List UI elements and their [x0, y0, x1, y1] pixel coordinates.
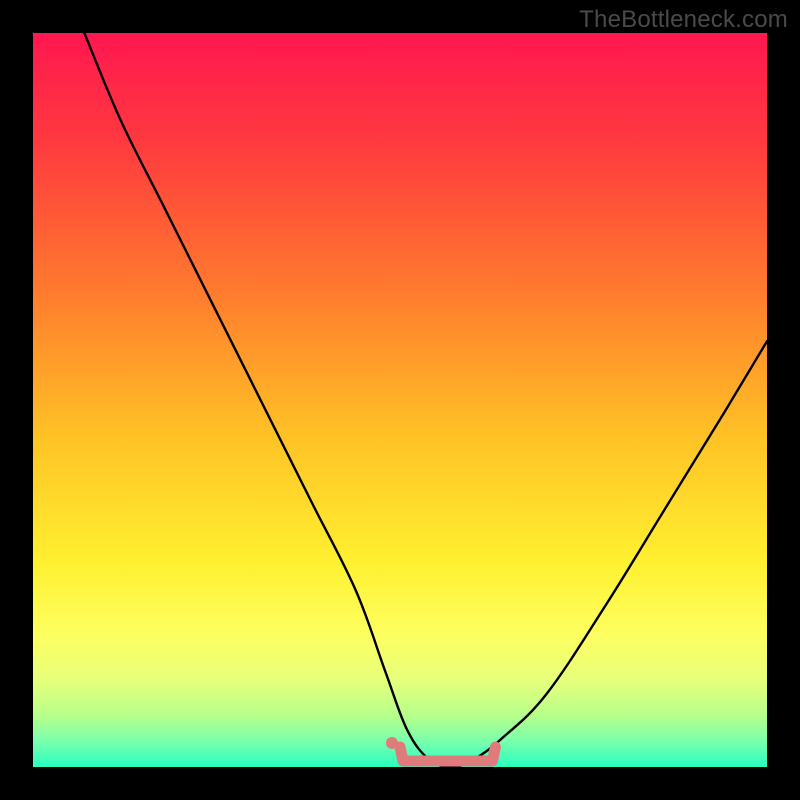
- chart-frame: TheBottleneck.com: [0, 0, 800, 800]
- optimal-zone-dot: [386, 737, 398, 749]
- bottleneck-chart: [0, 0, 800, 800]
- plot-background: [33, 33, 767, 767]
- watermark-text: TheBottleneck.com: [579, 6, 788, 34]
